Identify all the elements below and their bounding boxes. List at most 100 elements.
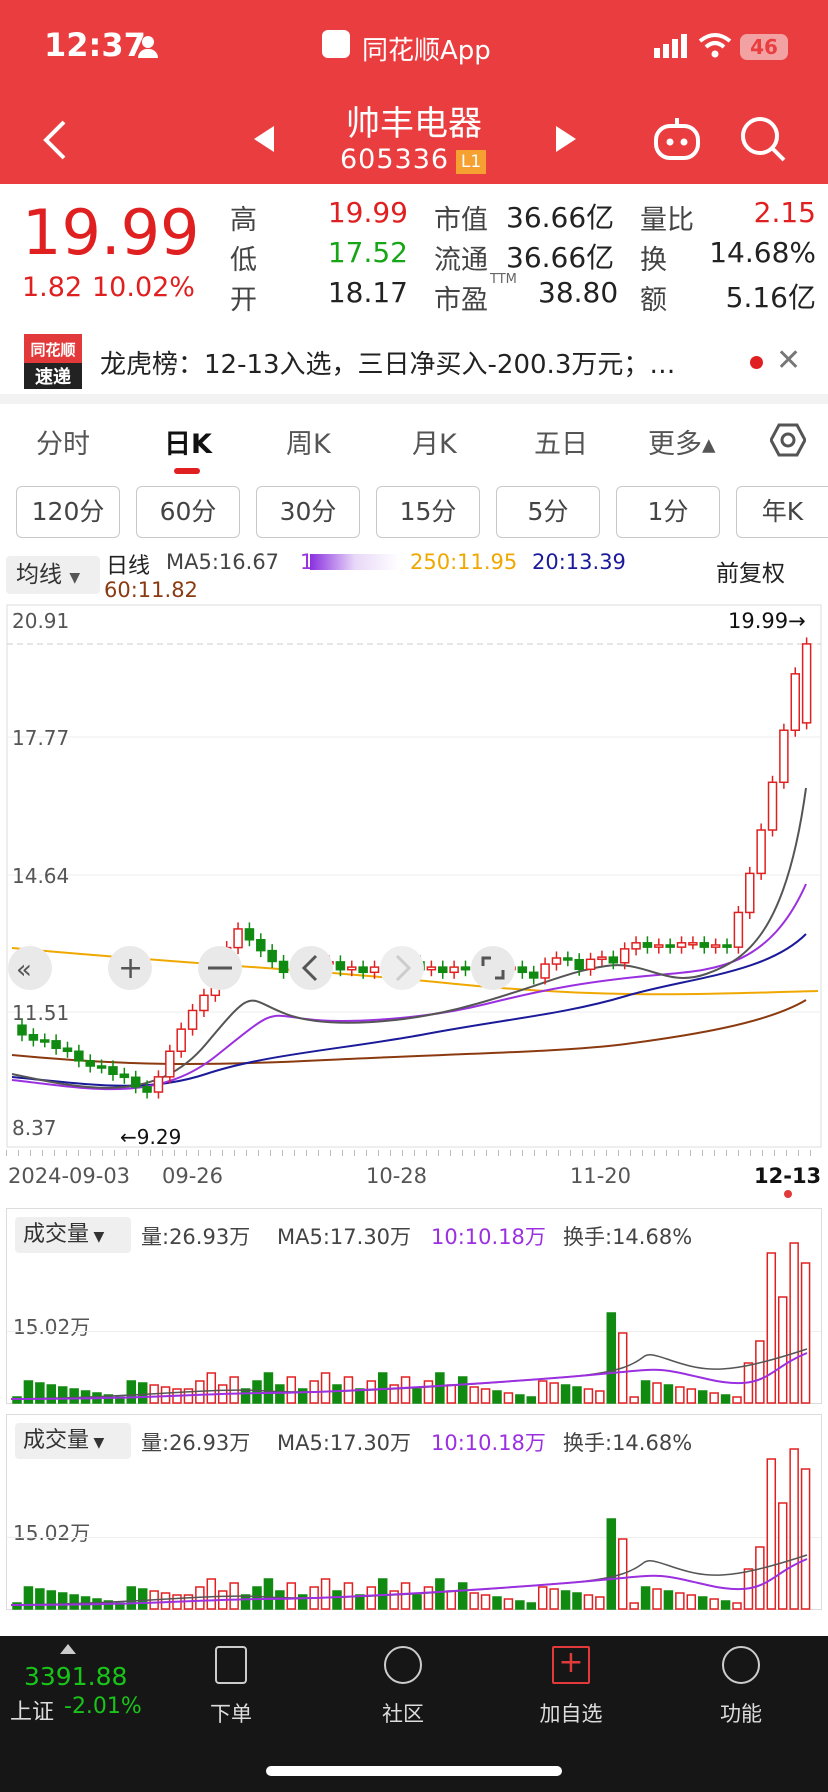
- volume-bar: [137, 1588, 148, 1610]
- volume-bar: [412, 1388, 422, 1404]
- tab-more[interactable]: 更多▴: [648, 422, 716, 461]
- scroll-right-button: [380, 946, 424, 990]
- candlestick-chart[interactable]: 20.91 17.77 14.64 11.51 8.37 19.99→ ←9.2…: [6, 604, 822, 1148]
- volume-bar: [137, 1382, 148, 1404]
- settings-icon[interactable]: [769, 422, 807, 458]
- robot-icon[interactable]: [652, 114, 702, 162]
- candle: [551, 957, 562, 965]
- period-15m[interactable]: 15分: [376, 486, 480, 538]
- candle: [187, 1009, 198, 1030]
- nav-community[interactable]: 社区: [348, 1646, 458, 1728]
- candle: [608, 956, 619, 964]
- period-5m[interactable]: 5分: [496, 486, 600, 538]
- nav-functions[interactable]: 功能: [686, 1646, 796, 1728]
- candle: [358, 966, 368, 974]
- volume-bar: [629, 1396, 639, 1404]
- low-label: 低: [230, 245, 257, 276]
- volume-bar: [423, 1586, 434, 1610]
- tab-intraday[interactable]: 分时: [36, 422, 90, 461]
- mcap-value: 36.66亿: [506, 201, 615, 234]
- expand-arrow-icon[interactable]: [60, 1644, 76, 1654]
- period-year[interactable]: 年K: [736, 486, 828, 538]
- divider: [0, 394, 828, 404]
- y-tick-label: 8.37: [12, 1116, 57, 1140]
- volume-bar: [720, 1394, 731, 1404]
- tab-five-day[interactable]: 五日: [534, 422, 588, 461]
- index-value[interactable]: 3391.88: [24, 1662, 127, 1691]
- candle: [130, 1076, 141, 1088]
- volume-bar: [366, 1586, 377, 1610]
- volume-bar: [240, 1388, 251, 1404]
- indicator-selector[interactable]: 均线 ▼: [6, 556, 100, 594]
- volume-bar: [663, 1590, 674, 1610]
- nav-add-watchlist[interactable]: + 加自选: [516, 1646, 626, 1728]
- volume-bar: [332, 1590, 342, 1610]
- volume-bar: [652, 1382, 662, 1404]
- volume-bar: [766, 1252, 777, 1404]
- volume-bar: [652, 1588, 662, 1610]
- news-logo-top: 同花顺: [30, 341, 76, 359]
- volume-bar: [263, 1372, 274, 1404]
- next-stock-button[interactable]: [552, 124, 580, 154]
- date-label: 10-28: [366, 1164, 428, 1188]
- volume-bar: [572, 1592, 582, 1610]
- volume-bar: [12, 1602, 22, 1610]
- volume-bar: [35, 1588, 45, 1610]
- candle: [722, 944, 732, 948]
- volume-ratio-label: 量比: [640, 205, 694, 236]
- volume-bar: [69, 1594, 79, 1610]
- app-logo-icon: [322, 30, 350, 58]
- candle: [256, 939, 266, 952]
- back-button[interactable]: [40, 118, 70, 162]
- volume-panel-1[interactable]: 成交量 ▼ 量:26.93万 MA5:17.30万 10:10.18万 换手:1…: [6, 1208, 822, 1404]
- volume-bar: [675, 1592, 685, 1610]
- period-60m[interactable]: 60分: [136, 486, 240, 538]
- volume-bar: [709, 1598, 719, 1610]
- volume-bar: [800, 1468, 811, 1610]
- volume-bar: [526, 1602, 537, 1610]
- volume-bar: [606, 1518, 617, 1610]
- y-tick-label: 20.91: [12, 609, 69, 633]
- unread-dot: [750, 356, 763, 369]
- quote-panel: 19.99 1.82 10.02% 高 19.99 低 17.52 开 18.1…: [0, 184, 828, 324]
- nav-order[interactable]: 下单: [176, 1646, 286, 1728]
- adjust-mode-button[interactable]: 前复权: [716, 554, 785, 588]
- y-tick-label: 14.64: [12, 864, 69, 888]
- price-change-pct: 10.02%: [92, 272, 195, 303]
- volume-bar: [275, 1384, 285, 1404]
- volume-bar: [57, 1592, 68, 1610]
- candle: [244, 928, 255, 941]
- volume-bar: [297, 1594, 308, 1610]
- date-label: 2024-09-03: [8, 1164, 131, 1188]
- volume-bar: [480, 1388, 491, 1404]
- period-30m[interactable]: 30分: [256, 486, 360, 538]
- stock-code: 605336: [340, 144, 450, 175]
- volume-bar: [57, 1386, 68, 1404]
- volume-bar: [732, 1602, 742, 1610]
- volume-bar: [320, 1578, 331, 1610]
- pe-value: 38.80: [538, 276, 619, 309]
- candle: [733, 911, 744, 948]
- close-icon[interactable]: ✕: [776, 346, 801, 376]
- float-value: 36.66亿: [506, 241, 615, 274]
- volume-bar: [663, 1384, 674, 1404]
- news-ticker[interactable]: 同花顺 速递 龙虎榜：12-13入选，三日净买入-200.3万元；… ✕: [0, 326, 828, 394]
- candle: [665, 944, 675, 948]
- volume-bar: [492, 1390, 502, 1404]
- y-tick-label: 17.77: [12, 726, 69, 750]
- tab-daily-k[interactable]: 日K: [164, 422, 212, 461]
- document-icon: [215, 1646, 247, 1684]
- volume-bar: [777, 1296, 788, 1404]
- candle: [756, 829, 766, 875]
- volume-bar: [583, 1594, 594, 1610]
- date-axis-ticks: [6, 1150, 822, 1156]
- candle: [745, 872, 755, 914]
- period-1m[interactable]: 1分: [616, 486, 720, 538]
- tab-weekly-k[interactable]: 周K: [286, 422, 331, 461]
- volume-bar: [503, 1598, 514, 1610]
- volume-panel-2[interactable]: 成交量 ▼ 量:26.93万 MA5:17.30万 10:10.18万 换手:1…: [6, 1414, 822, 1610]
- period-120m[interactable]: 120分: [16, 486, 120, 538]
- tab-monthly-k[interactable]: 月K: [412, 422, 457, 461]
- candle: [642, 942, 653, 948]
- search-icon[interactable]: [738, 114, 788, 164]
